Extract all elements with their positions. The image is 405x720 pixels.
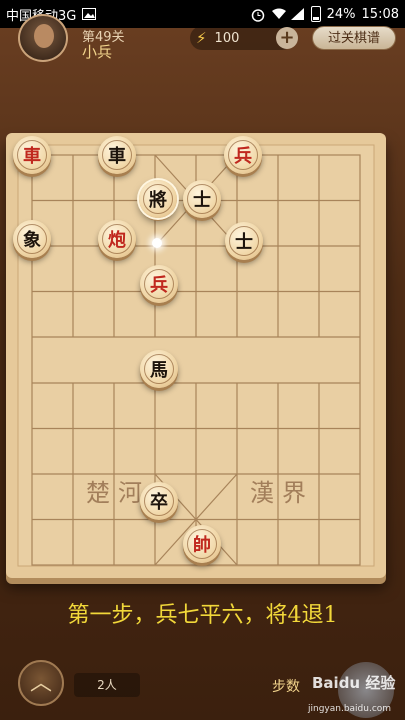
- piece-red-marshal[interactable]: 帥: [183, 525, 221, 563]
- signal-icon: [290, 8, 305, 20]
- piece-black-advisor-1[interactable]: 士: [183, 180, 221, 218]
- piece-red-soldier[interactable]: 兵: [140, 265, 178, 303]
- step-caption: 第一步，兵七平六，将4退1: [67, 603, 338, 628]
- menu-button[interactable]: ︿: [18, 660, 64, 706]
- piece-black-advisor-2[interactable]: 士: [225, 222, 263, 260]
- piece-red-cannon[interactable]: 炮: [98, 220, 136, 258]
- alarm-icon: [251, 8, 265, 22]
- river-label-han: 漢界: [250, 479, 314, 507]
- add-energy-button[interactable]: +: [276, 27, 298, 49]
- battery-percent: 24%: [326, 6, 356, 22]
- move-hint-dot[interactable]: [152, 238, 162, 248]
- clock: 15:08: [361, 6, 399, 22]
- piece-red-chariot[interactable]: 車: [13, 136, 51, 174]
- player-name: 小兵: [82, 43, 113, 61]
- piece-red-soldier-top[interactable]: 兵: [224, 136, 262, 174]
- chevron-up-icon: ︿: [29, 671, 52, 696]
- image-notification-icon: [82, 8, 97, 20]
- battery-icon: [310, 6, 321, 22]
- piece-black-general[interactable]: 將: [139, 180, 177, 218]
- piece-black-chariot[interactable]: 車: [98, 136, 136, 174]
- piece-black-elephant[interactable]: 象: [13, 220, 51, 258]
- energy-value: 100: [214, 30, 240, 46]
- baidu-watermark: Baidu 经验 jingyan.baidu.com: [294, 662, 402, 720]
- lightning-icon: ⚡: [196, 29, 207, 47]
- watermark-url: jingyan.baidu.com: [308, 704, 392, 714]
- watermark-text: Baidu 经验: [312, 674, 396, 692]
- piece-black-pawn[interactable]: 卒: [140, 482, 178, 520]
- player-avatar[interactable]: [18, 14, 68, 62]
- wifi-icon: [271, 8, 286, 20]
- level-record-button[interactable]: 过关棋谱: [312, 26, 396, 50]
- piece-black-horse[interactable]: 馬: [140, 350, 178, 388]
- players-count: 2人: [74, 673, 140, 697]
